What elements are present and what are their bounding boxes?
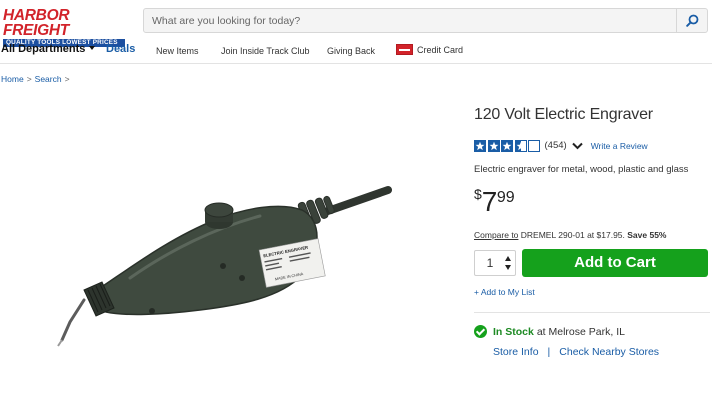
- chevron-down-icon: [89, 46, 96, 50]
- price-dollars: 7: [481, 186, 498, 217]
- stock-location: at Melrose Park, IL: [536, 325, 625, 338]
- breadcrumb-search[interactable]: Search: [35, 74, 62, 84]
- quantity-value[interactable]: 1: [475, 256, 505, 270]
- star-icon: [528, 139, 540, 152]
- write-review-link[interactable]: Write a Review: [591, 141, 648, 151]
- quantity-stepper[interactable]: 1: [474, 250, 516, 276]
- site-header: HARBOR FREIGHT QUALITY TOOLS LOWEST PRIC…: [0, 0, 712, 47]
- search-bar: [143, 8, 708, 33]
- price-cents: 99: [496, 189, 515, 206]
- store-info-link[interactable]: Store Info: [493, 346, 539, 358]
- savings-text: Save 55%: [627, 230, 667, 240]
- credit-card-icon: [396, 44, 413, 55]
- star-icon: [514, 139, 527, 152]
- product-description: Electric engraver for metal, wood, plast…: [474, 164, 689, 175]
- search-button[interactable]: [676, 9, 707, 32]
- nav-deals[interactable]: Deals: [106, 43, 135, 55]
- compare-link[interactable]: Compare to: [474, 230, 518, 240]
- product-title: 120 Volt Electric Engraver: [474, 106, 653, 123]
- search-icon: [685, 14, 698, 27]
- add-to-cart-button[interactable]: Add to Cart: [522, 249, 708, 277]
- nav-giving-back[interactable]: Giving Back: [327, 45, 375, 57]
- breadcrumb-separator: >: [64, 74, 70, 84]
- engraver-illustration: ELECTRIC ENGRAVER MADE IN CHINA: [57, 186, 392, 347]
- add-to-list-link[interactable]: + Add to My List: [474, 287, 535, 297]
- harbor-freight-logo[interactable]: HARBOR FREIGHT QUALITY TOOLS LOWEST PRIC…: [3, 8, 125, 47]
- nav-credit-card[interactable]: Credit Card: [396, 44, 463, 56]
- stock-status: In Stock at Melrose Park, IL: [474, 325, 625, 338]
- review-count[interactable]: (454): [545, 140, 567, 151]
- chevron-down-icon[interactable]: [571, 142, 583, 150]
- store-links: Store Info | Check Nearby Stores: [493, 346, 659, 358]
- nav-all-departments-label: All Departments: [1, 43, 86, 55]
- divider: [474, 312, 710, 313]
- price-currency: $: [474, 186, 482, 202]
- search-input[interactable]: [144, 9, 677, 32]
- main-nav: All Departments Deals New Items Join Ins…: [0, 40, 712, 64]
- quantity-decrease-icon[interactable]: [505, 265, 511, 270]
- compare-text: DREMEL 290-01 at $17.95.: [518, 230, 628, 240]
- star-icon: [474, 139, 486, 152]
- star-icon: [487, 139, 500, 152]
- breadcrumb: Home > Search >: [1, 74, 73, 84]
- nav-all-departments[interactable]: All Departments: [1, 43, 96, 55]
- in-stock-label: In Stock: [493, 325, 534, 338]
- breadcrumb-home[interactable]: Home: [1, 74, 24, 84]
- compare-price: Compare to DREMEL 290-01 at $17.95. Save…: [474, 230, 667, 240]
- nav-inside-track[interactable]: Join Inside Track Club: [221, 45, 310, 57]
- product-price: $799: [474, 186, 515, 218]
- product-image[interactable]: ELECTRIC ENGRAVER MADE IN CHINA: [40, 150, 400, 360]
- breadcrumb-separator: >: [26, 74, 32, 84]
- store-links-separator: |: [547, 346, 551, 358]
- star-icon: [501, 139, 513, 152]
- nav-new-items[interactable]: New Items: [156, 45, 199, 57]
- product-rating[interactable]: (454) Write a Review: [474, 139, 648, 152]
- logo-wordmark: HARBOR FREIGHT: [3, 7, 70, 39]
- check-circle-icon: [474, 325, 487, 338]
- quantity-increase-icon[interactable]: [505, 256, 511, 261]
- nav-credit-card-label: Credit Card: [417, 45, 464, 55]
- check-nearby-stores-link[interactable]: Check Nearby Stores: [559, 346, 659, 358]
